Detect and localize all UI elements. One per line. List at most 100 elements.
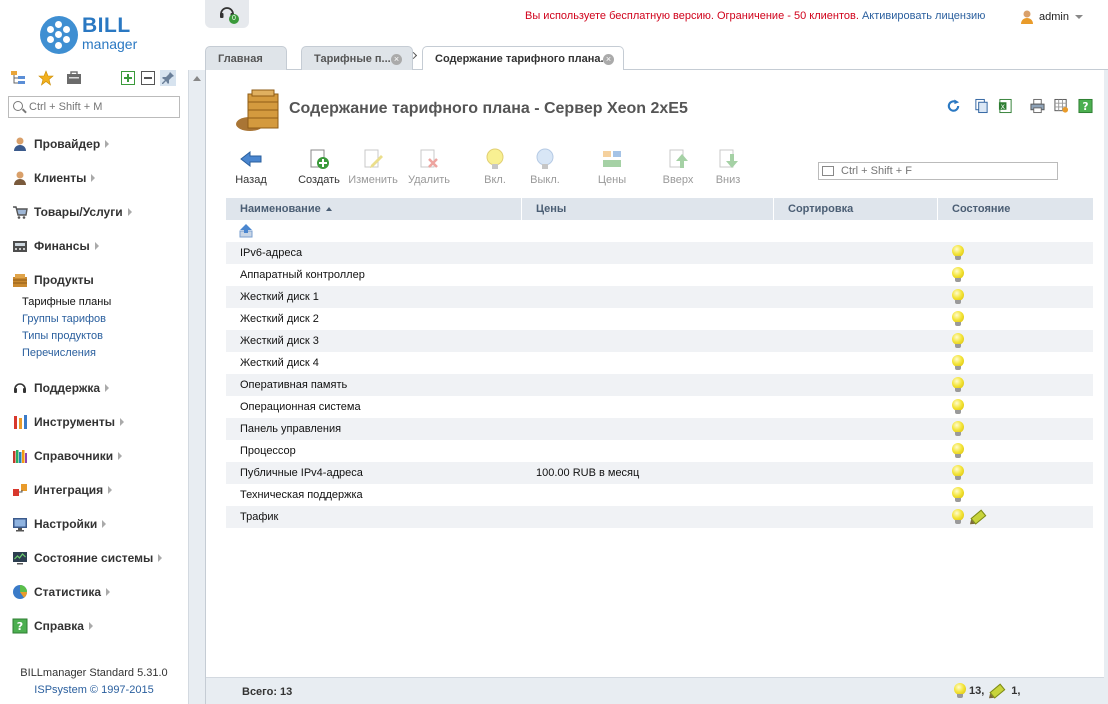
sidebar-item-integration[interactable]: Интеграция (12, 480, 182, 500)
user-menu[interactable]: admin (1020, 8, 1083, 26)
bulb-on-icon (952, 399, 964, 415)
row-state (952, 377, 964, 393)
table-search-input[interactable] (841, 164, 1051, 178)
bulb-on-icon (952, 355, 964, 371)
logo[interactable]: BILL manager (40, 14, 170, 54)
help-icon[interactable]: ? (1078, 98, 1093, 114)
sidebar-item-clients[interactable]: Клиенты (12, 168, 182, 188)
table-row[interactable]: Публичные IPv4-адреса 100.00 RUB в месяц (226, 462, 1093, 484)
settings-icon (13, 518, 27, 532)
level-up-icon[interactable] (238, 223, 254, 239)
sidebar-item-tools[interactable]: Инструменты (12, 412, 182, 432)
create-button[interactable]: Создать (291, 148, 347, 188)
provider-icon (14, 137, 26, 151)
copy-icon[interactable] (974, 98, 989, 114)
sidebar-item-references[interactable]: Справочники (12, 446, 182, 466)
sidebar-subitem-enumerations[interactable]: Перечисления (22, 347, 96, 359)
row-name: Трафик (240, 511, 279, 523)
monitor-icon (13, 552, 27, 565)
column-header-state[interactable]: Состояние (938, 198, 1093, 220)
sidebar-item-finance[interactable]: Финансы (12, 236, 182, 256)
sidebar-item-settings[interactable]: Настройки (12, 514, 182, 534)
sidebar-search-input[interactable] (29, 99, 175, 115)
enable-label: Вкл. (484, 174, 506, 186)
disable-button[interactable]: Выкл. (517, 148, 573, 188)
sidebar-subitem-tariff-plans[interactable]: Тарифные планы (22, 296, 111, 308)
sidebar-item-support[interactable]: Поддержка (12, 378, 182, 398)
tab-home[interactable]: Главная (205, 46, 287, 70)
license-notice-text: Вы используете бесплатную версию. Ограни… (525, 10, 859, 22)
scroll-up-icon[interactable] (193, 76, 201, 81)
refresh-icon[interactable] (946, 98, 961, 114)
star-icon[interactable] (38, 70, 54, 86)
table-row[interactable]: Жесткий диск 4 (226, 352, 1093, 374)
sidebar-item-label: Статистика (34, 585, 102, 599)
table-row[interactable]: Оперативная память (226, 374, 1093, 396)
row-state (952, 509, 985, 525)
pin-icon[interactable] (160, 70, 176, 86)
user-name: admin (1039, 11, 1069, 23)
row-name: Жесткий диск 3 (240, 335, 319, 347)
sidebar-item-goods[interactable]: Товары/Услуги (12, 202, 182, 222)
right-scrollbar[interactable] (1104, 70, 1108, 704)
pencil-icon (987, 682, 1006, 700)
collapse-icon[interactable] (140, 70, 156, 86)
edit-button[interactable]: Изменить (345, 148, 401, 188)
tab-tariff-plans[interactable]: Тарифные п... × (301, 46, 413, 70)
parent-row[interactable] (226, 220, 1093, 242)
activate-license-link[interactable]: Активировать лицензию (862, 10, 985, 22)
table-row[interactable]: Трафик (226, 506, 1093, 528)
products-icon (13, 274, 27, 287)
table-row[interactable]: IPv6-адреса (226, 242, 1093, 264)
table-row[interactable]: Процессор (226, 440, 1093, 462)
chevron-right-icon (127, 208, 132, 216)
column-header-sorting[interactable]: Сортировка (774, 198, 938, 220)
support-button[interactable]: 0 (205, 0, 249, 28)
table-row[interactable]: Техническая поддержка (226, 484, 1093, 506)
table-row[interactable]: Жесткий диск 2 (226, 308, 1093, 330)
copyright-link[interactable]: ISPsystem © 1997-2015 (0, 684, 188, 696)
table-search[interactable] (818, 162, 1058, 180)
tree-icon[interactable] (10, 70, 26, 86)
table-row[interactable]: Аппаратный контроллер (226, 264, 1093, 286)
status-summary: 13, 1, (954, 683, 1024, 699)
move-up-button[interactable]: Вверх (650, 148, 706, 188)
sidebar-search[interactable] (8, 96, 180, 118)
close-icon[interactable]: × (603, 54, 614, 65)
table-row[interactable]: Панель управления (226, 418, 1093, 440)
arrow-down-icon (719, 149, 738, 168)
tab-tariff-content[interactable]: Содержание тарифного плана... × (422, 46, 624, 71)
prices-button[interactable]: Цены (584, 148, 640, 188)
sidebar-splitter[interactable] (188, 70, 205, 704)
sidebar-subitem-product-types[interactable]: Типы продуктов (22, 330, 103, 342)
sidebar-item-system-state[interactable]: Состояние системы (12, 548, 182, 568)
delete-label: Удалить (408, 174, 450, 186)
print-icon[interactable] (1030, 98, 1045, 114)
row-name: Жесткий диск 4 (240, 357, 319, 369)
column-header-prices[interactable]: Цены (522, 198, 774, 220)
table-row[interactable]: Операционная система (226, 396, 1093, 418)
row-name: Оперативная память (240, 379, 348, 391)
sidebar-item-help[interactable]: ? Справка (12, 616, 182, 636)
books-icon (13, 450, 27, 463)
sidebar-item-statistics[interactable]: Статистика (12, 582, 182, 602)
row-state (952, 289, 964, 305)
table-settings-icon[interactable] (1054, 98, 1069, 114)
column-header-name[interactable]: Наименование (226, 198, 522, 220)
expand-icon[interactable] (120, 70, 136, 86)
sidebar-item-provider[interactable]: Провайдер (12, 134, 182, 154)
excel-icon[interactable]: X (998, 98, 1013, 114)
table-row[interactable]: Жесткий диск 1 (226, 286, 1093, 308)
bulb-off-icon (536, 148, 554, 169)
close-icon[interactable]: × (391, 54, 402, 65)
table-row[interactable]: Жесткий диск 3 (226, 330, 1093, 352)
delete-button[interactable]: Удалить (401, 148, 457, 188)
sidebar-subitem-tariff-groups[interactable]: Группы тарифов (22, 313, 106, 325)
briefcase-icon[interactable] (66, 70, 82, 86)
sidebar-item-products[interactable]: Продукты (12, 270, 182, 290)
move-down-button[interactable]: Вниз (700, 148, 756, 188)
cart-icon (13, 206, 28, 219)
back-button[interactable]: Назад (223, 148, 279, 188)
enable-button[interactable]: Вкл. (467, 148, 523, 188)
column-header-label: Сортировка (788, 203, 854, 215)
